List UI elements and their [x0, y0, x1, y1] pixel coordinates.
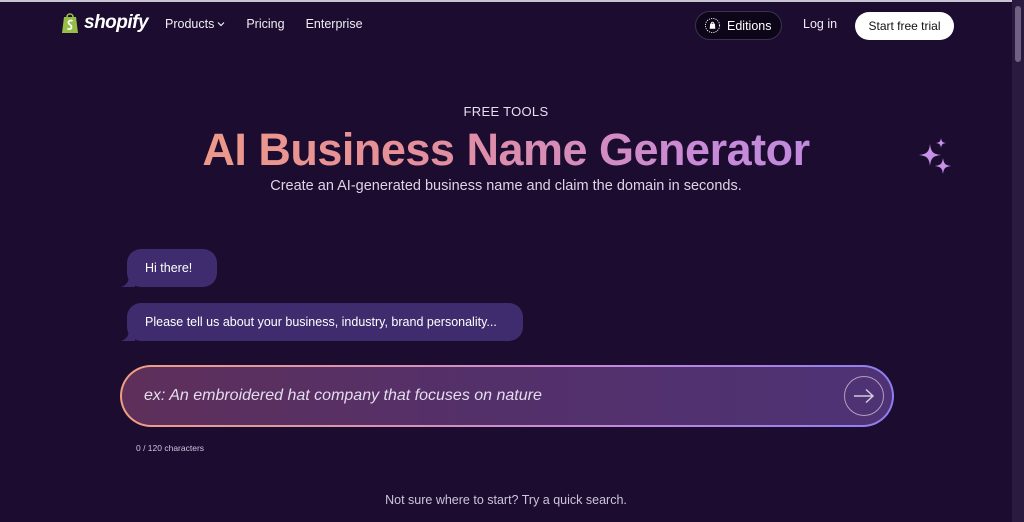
scrollbar-thumb[interactable]	[1015, 6, 1021, 62]
sparkle-icon	[919, 138, 951, 174]
start-free-trial-button[interactable]: Start free trial	[855, 12, 954, 40]
chat-message-text: Hi there!	[145, 261, 193, 275]
nav-enterprise[interactable]: Enterprise	[306, 17, 363, 31]
brand-name: shopify	[84, 12, 149, 33]
editions-button[interactable]: Editions	[695, 11, 782, 40]
top-navigation: shopify Products Pricing Enterprise Edit…	[0, 2, 1012, 48]
submit-button[interactable]	[844, 376, 884, 416]
bubble-tail	[121, 329, 135, 341]
page: shopify Products Pricing Enterprise Edit…	[0, 0, 1024, 522]
page-subtitle: Create an AI-generated business name and…	[270, 178, 742, 194]
nav-links: Products Pricing Enterprise	[165, 17, 363, 31]
bubble-tail	[121, 275, 135, 287]
login-link[interactable]: Log in	[803, 17, 837, 31]
business-description-field	[120, 365, 894, 427]
input-container	[122, 367, 892, 425]
nav-products-label: Products	[165, 17, 215, 31]
business-description-input[interactable]	[144, 387, 824, 405]
chevron-down-icon	[217, 22, 225, 27]
shopify-bag-icon	[62, 13, 78, 33]
chat-bubble-prompt: Please tell us about your business, indu…	[121, 303, 523, 341]
chat-message-text: Please tell us about your business, indu…	[145, 315, 497, 329]
editions-label: Editions	[727, 18, 772, 33]
quick-search-prompt: Not sure where to start? Try a quick sea…	[385, 493, 627, 507]
nav-enterprise-label: Enterprise	[305, 17, 363, 31]
nav-products[interactable]: Products	[165, 17, 225, 31]
chat-bubble-greeting: Hi there!	[121, 249, 217, 287]
character-counter: 0 / 120 characters	[136, 443, 205, 453]
eyebrow-label: FREE TOOLS	[463, 104, 549, 119]
arrow-right-icon	[854, 388, 875, 404]
nav-pricing-label: Pricing	[246, 17, 285, 31]
scrollbar[interactable]	[1012, 0, 1024, 522]
page-title: AI Business Name Generator	[0, 124, 1012, 176]
nav-pricing[interactable]: Pricing	[246, 17, 284, 31]
editions-badge-icon	[704, 17, 721, 34]
shopify-logo[interactable]: shopify	[60, 11, 149, 35]
